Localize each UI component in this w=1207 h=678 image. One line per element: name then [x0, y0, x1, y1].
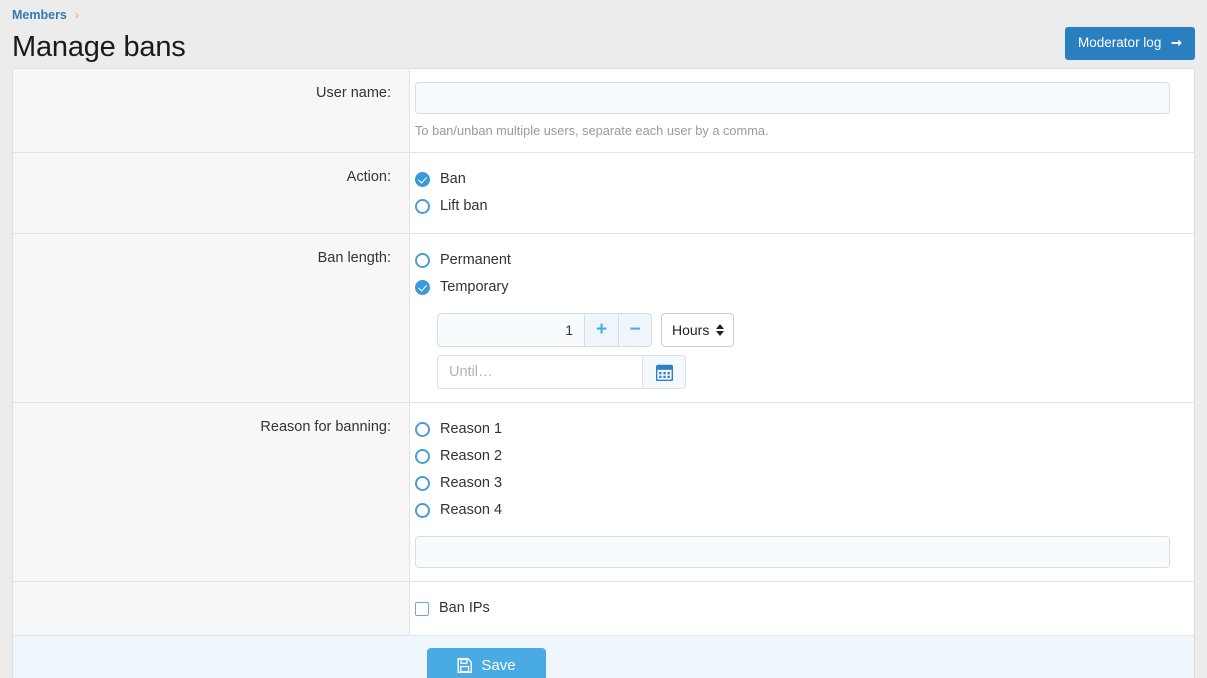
- duration-controls: + − Hours: [437, 313, 1170, 347]
- chevron-updown-icon: [716, 324, 724, 336]
- duration-decrement-button[interactable]: −: [618, 313, 652, 347]
- radio-reason-4[interactable]: Reason 4: [415, 497, 1170, 524]
- checkbox-unchecked-icon: [415, 602, 429, 616]
- radio-unselected-icon: [415, 253, 430, 268]
- username-help-text: To ban/unban multiple users, separate ea…: [415, 123, 1170, 139]
- checkbox-ban-ips-label: Ban IPs: [439, 601, 490, 616]
- moderator-log-label: Moderator log: [1078, 35, 1161, 50]
- manage-bans-panel: User name: To ban/unban multiple users, …: [12, 68, 1195, 678]
- breadcrumb-separator-icon: ›: [67, 8, 83, 22]
- form-row-action: Action: Ban Lift ban: [13, 153, 1194, 234]
- custom-reason-input[interactable]: [415, 536, 1170, 568]
- radio-reason-1-label: Reason 1: [440, 422, 502, 437]
- moderator-log-button[interactable]: Moderator log ➞: [1065, 27, 1195, 60]
- username-input[interactable]: [415, 82, 1170, 114]
- calendar-picker-button[interactable]: [642, 355, 686, 389]
- reason-label: Reason for banning:: [13, 403, 409, 581]
- checkbox-ban-ips[interactable]: Ban IPs: [415, 595, 1170, 622]
- panel-footer: Save: [13, 635, 1194, 678]
- duration-value-input[interactable]: [437, 313, 584, 347]
- radio-reason-3-label: Reason 3: [440, 476, 502, 491]
- radio-unselected-icon: [415, 422, 430, 437]
- arrow-right-icon: ➞: [1171, 36, 1182, 49]
- save-floppy-icon: [457, 658, 472, 673]
- until-date-controls: [437, 355, 1170, 389]
- ban-ips-spacer-label: [13, 582, 409, 635]
- radio-unselected-icon: [415, 503, 430, 518]
- radio-unselected-icon: [415, 476, 430, 491]
- breadcrumb-item-members[interactable]: Members: [12, 8, 67, 22]
- radio-selected-icon: [415, 172, 430, 187]
- radio-unselected-icon: [415, 199, 430, 214]
- radio-ban-length-permanent-label: Permanent: [440, 253, 511, 268]
- radio-reason-2-label: Reason 2: [440, 449, 502, 464]
- breadcrumb: Members›: [12, 4, 1195, 24]
- radio-selected-icon: [415, 280, 430, 295]
- form-row-ban-length: Ban length: Permanent Temporary + −: [13, 234, 1194, 403]
- calendar-icon: [656, 364, 673, 381]
- form-row-ban-ips: Ban IPs: [13, 582, 1194, 635]
- page-title: Manage bans: [12, 30, 1195, 64]
- duration-increment-button[interactable]: +: [584, 313, 618, 347]
- duration-stepper: + −: [437, 313, 652, 347]
- save-button[interactable]: Save: [427, 648, 546, 678]
- form-row-reason: Reason for banning: Reason 1 Reason 2 Re…: [13, 403, 1194, 582]
- duration-unit-selected-value: Hours: [672, 322, 709, 338]
- ban-length-label: Ban length:: [13, 234, 409, 402]
- action-label: Action:: [13, 153, 409, 233]
- radio-reason-4-label: Reason 4: [440, 503, 502, 518]
- radio-reason-2[interactable]: Reason 2: [415, 443, 1170, 470]
- radio-action-lift-ban[interactable]: Lift ban: [415, 193, 1170, 220]
- radio-ban-length-temporary-label: Temporary: [440, 280, 509, 295]
- radio-ban-length-temporary[interactable]: Temporary: [415, 274, 1170, 301]
- radio-reason-3[interactable]: Reason 3: [415, 470, 1170, 497]
- radio-unselected-icon: [415, 449, 430, 464]
- username-label: User name:: [13, 69, 409, 152]
- radio-action-ban-label: Ban: [440, 172, 466, 187]
- page-header: Members› Manage bans Moderator log ➞: [0, 0, 1207, 68]
- until-date-input[interactable]: [437, 355, 642, 389]
- radio-action-ban[interactable]: Ban: [415, 166, 1170, 193]
- save-button-label: Save: [481, 657, 515, 674]
- duration-unit-select[interactable]: Hours: [661, 313, 734, 347]
- radio-reason-1[interactable]: Reason 1: [415, 416, 1170, 443]
- radio-ban-length-permanent[interactable]: Permanent: [415, 247, 1170, 274]
- form-row-username: User name: To ban/unban multiple users, …: [13, 69, 1194, 153]
- radio-action-lift-ban-label: Lift ban: [440, 199, 488, 214]
- ban-form: User name: To ban/unban multiple users, …: [13, 69, 1194, 635]
